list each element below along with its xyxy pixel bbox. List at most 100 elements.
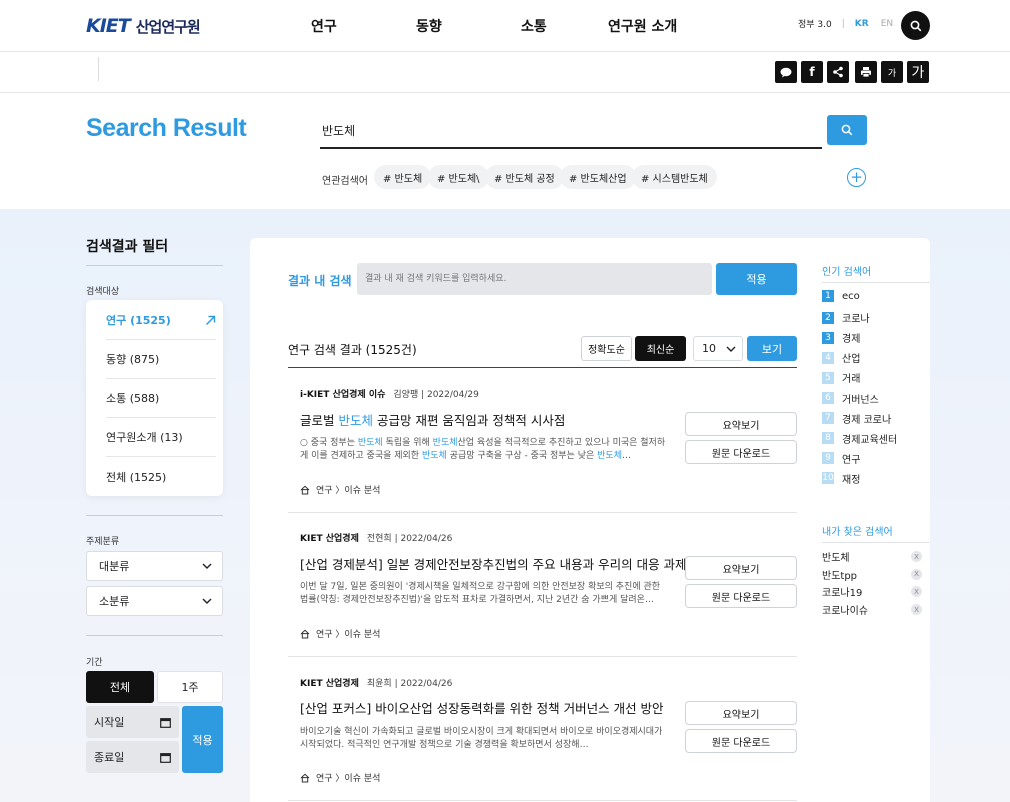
- keyword-text: 재정: [842, 474, 861, 486]
- popular-keyword-item[interactable]: 5 거래: [822, 370, 860, 385]
- font-larger-button[interactable]: 가: [907, 61, 929, 83]
- my-keyword-item[interactable]: 반도tpp X: [822, 567, 922, 582]
- remove-keyword-button[interactable]: X: [911, 604, 922, 616]
- related-tag[interactable]: # 반도체 공정: [485, 165, 564, 189]
- popular-keyword-item[interactable]: 2 코로나: [822, 310, 870, 325]
- inner-search-input[interactable]: [357, 263, 712, 295]
- print-button[interactable]: [855, 61, 877, 83]
- rank-badge: 4: [822, 351, 834, 364]
- nav-communication[interactable]: 소통: [521, 16, 547, 36]
- popular-keyword-item[interactable]: 10 재정: [822, 471, 860, 486]
- keyword-text: 거래: [842, 374, 861, 386]
- download-button[interactable]: 원문 다운로드: [685, 584, 797, 608]
- target-list: 연구 (1525) 동향 (875) 소통 (588) 연구원소개 (13) 전…: [86, 300, 223, 496]
- plus-icon: +: [850, 168, 863, 186]
- target-research[interactable]: 연구 (1525): [106, 301, 216, 340]
- related-tag[interactable]: # 시스템반도체: [632, 165, 717, 189]
- major-category-select[interactable]: 대분류: [86, 551, 223, 581]
- date-apply-button[interactable]: 적용: [182, 706, 223, 773]
- target-label-text: 동향 (875): [106, 353, 160, 366]
- my-keyword-item[interactable]: 반도체 X: [822, 549, 922, 564]
- facebook-share-button[interactable]: f: [801, 61, 823, 83]
- chevron-down-icon: [202, 563, 212, 569]
- divider: [288, 800, 797, 801]
- gov30-link[interactable]: 정부 3.0: [798, 17, 832, 30]
- inner-search-apply-button[interactable]: 적용: [716, 263, 797, 295]
- select-value: 소분류: [99, 595, 130, 608]
- rank-badge: 3: [822, 331, 834, 344]
- target-trends[interactable]: 동향 (875): [106, 340, 216, 379]
- kakao-share-button[interactable]: [775, 61, 797, 83]
- minor-category-select[interactable]: 소분류: [86, 586, 223, 616]
- download-button[interactable]: 원문 다운로드: [685, 729, 797, 753]
- lang-en[interactable]: EN: [881, 19, 893, 29]
- header-search-button[interactable]: [901, 11, 930, 40]
- summary-button[interactable]: 요약보기: [685, 556, 797, 580]
- result-title[interactable]: [산업 포커스] 바이오산업 성장동력화를 위한 정책 거버넌스 개선 방안: [300, 698, 664, 717]
- divider: [288, 512, 797, 513]
- home-icon: [300, 773, 310, 782]
- related-tag[interactable]: # 반도체산업: [560, 165, 636, 189]
- popular-keyword-item[interactable]: 6 거버넌스: [822, 391, 879, 406]
- summary-button[interactable]: 요약보기: [685, 412, 797, 436]
- popular-keyword-item[interactable]: 4 산업: [822, 350, 860, 365]
- rank-badge: 8: [822, 432, 834, 445]
- result-count-title: 연구 검색 결과 (1525건): [288, 343, 417, 357]
- related-keywords-label: 연관검색어: [322, 176, 368, 187]
- keyword-text: 코로나19: [822, 588, 863, 600]
- filter-title: 검색결과 필터: [86, 239, 169, 255]
- related-tag[interactable]: # 반도체\: [428, 165, 489, 189]
- rank-badge: 9: [822, 452, 834, 465]
- title-text: 공급망 재편 움직임과 정책적 시사점: [373, 413, 566, 428]
- result-title[interactable]: 글로벌 반도체 공급망 재편 움직임과 정책적 시사점: [300, 410, 565, 429]
- rank-badge: 1: [822, 290, 834, 302]
- popular-keyword-item[interactable]: 7 경제 코로나: [822, 411, 891, 426]
- result-meta: KIET 산업경제 전현희 | 2022/04/26: [300, 531, 452, 544]
- summary-button[interactable]: 요약보기: [685, 701, 797, 725]
- rank-badge: 5: [822, 371, 834, 384]
- title-highlight: 반도체: [338, 413, 373, 428]
- rank-badge: 7: [822, 412, 834, 425]
- view-button[interactable]: 보기: [747, 336, 797, 361]
- logo-text: 산업연구원: [135, 17, 201, 36]
- target-all[interactable]: 전체 (1525): [106, 457, 216, 496]
- popular-keyword-item[interactable]: 9 연구: [822, 451, 860, 466]
- popular-keyword-item[interactable]: 3 경제: [822, 330, 860, 345]
- remove-keyword-button[interactable]: X: [911, 568, 922, 580]
- share-button[interactable]: [827, 61, 849, 83]
- nav-research[interactable]: 연구: [311, 16, 337, 36]
- search-input[interactable]: [320, 116, 822, 144]
- divider: [86, 635, 223, 636]
- keyword-text: 코로나: [842, 314, 870, 326]
- font-smaller-button[interactable]: 가: [881, 61, 903, 83]
- rank-badge: 6: [822, 392, 834, 404]
- my-keyword-item[interactable]: 코로나이슈 X: [822, 602, 922, 617]
- page-size-select[interactable]: 10: [693, 336, 743, 361]
- popular-keyword-item[interactable]: 8 경제교육센터: [822, 431, 897, 446]
- result-title[interactable]: [산업 경제분석] 일본 경제안전보장추진법의 주요 내용과 우리의 대응 과제: [300, 554, 687, 573]
- popular-keyword-item[interactable]: 1 eco: [822, 290, 860, 302]
- remove-keyword-button[interactable]: X: [911, 551, 922, 562]
- lang-kr[interactable]: KR: [855, 19, 869, 29]
- remove-keyword-button[interactable]: X: [911, 586, 922, 598]
- target-communication[interactable]: 소통 (588): [106, 379, 216, 418]
- keyword-text: eco: [842, 290, 860, 302]
- more-related-button[interactable]: +: [847, 168, 866, 187]
- sort-accuracy-button[interactable]: 정확도순: [581, 336, 632, 361]
- sort-latest-button[interactable]: 최신순: [635, 336, 686, 361]
- site-logo[interactable]: KIET 산업연구원: [86, 14, 201, 38]
- main-search-button[interactable]: [827, 115, 867, 145]
- nav-about[interactable]: 연구원 소개: [608, 16, 677, 36]
- period-label: 기간: [86, 658, 103, 668]
- date-placeholder: 종료일: [94, 751, 125, 764]
- related-tag[interactable]: # 반도체: [374, 165, 432, 189]
- download-button[interactable]: 원문 다운로드: [685, 440, 797, 464]
- period-all-button[interactable]: 전체: [86, 671, 154, 703]
- start-date-input[interactable]: 시작일: [86, 706, 179, 738]
- my-keyword-item[interactable]: 코로나19 X: [822, 584, 922, 599]
- target-about[interactable]: 연구원소개 (13): [106, 418, 216, 457]
- period-week-button[interactable]: 1주: [157, 671, 223, 703]
- end-date-input[interactable]: 종료일: [86, 741, 179, 773]
- nav-trends[interactable]: 동향: [416, 16, 442, 36]
- select-value: 대분류: [99, 560, 130, 573]
